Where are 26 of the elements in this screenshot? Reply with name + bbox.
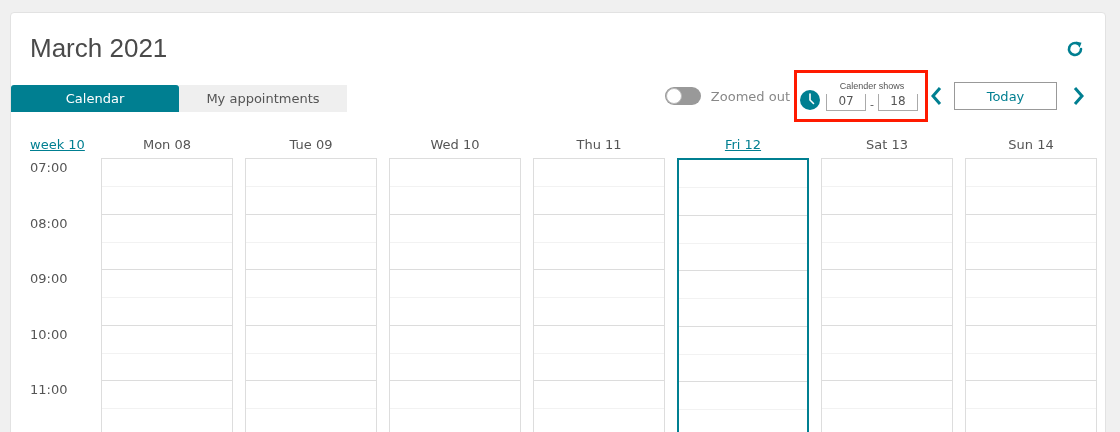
time-label: 09:00: [30, 271, 68, 287]
day-header: Wed 10: [430, 136, 480, 152]
time-label: 11:00: [30, 382, 68, 398]
chevron-right-icon[interactable]: [1073, 86, 1085, 106]
time-label: 08:00: [30, 215, 68, 231]
day-header[interactable]: Fri 12: [724, 136, 762, 152]
toggle-switch[interactable]: [664, 87, 701, 105]
day-header: Sat 13: [866, 136, 908, 152]
week-link[interactable]: week 10: [30, 136, 85, 152]
day-header: Tue 09: [289, 136, 333, 152]
tab[interactable]: Calendar: [11, 85, 179, 112]
range-label: Calender shows: [839, 81, 905, 91]
end-hour-field[interactable]: 18: [878, 94, 918, 111]
clock-icon: [800, 90, 820, 110]
start-hour-field[interactable]: 07: [826, 94, 866, 111]
tab[interactable]: My appointments: [179, 85, 347, 112]
range-separator: -: [870, 98, 874, 111]
month-title: March 2021: [30, 33, 168, 64]
chevron-left-icon[interactable]: [930, 86, 942, 106]
today-button[interactable]: Today: [954, 82, 1057, 110]
toggle-label: Zoomed out: [710, 88, 790, 104]
time-label: 07:00: [30, 160, 68, 175]
time-label: 10:00: [30, 326, 68, 342]
day-header: Mon 08: [142, 136, 192, 152]
day-header: Sun 14: [1008, 136, 1054, 152]
day-header: Thu 11: [576, 136, 622, 152]
